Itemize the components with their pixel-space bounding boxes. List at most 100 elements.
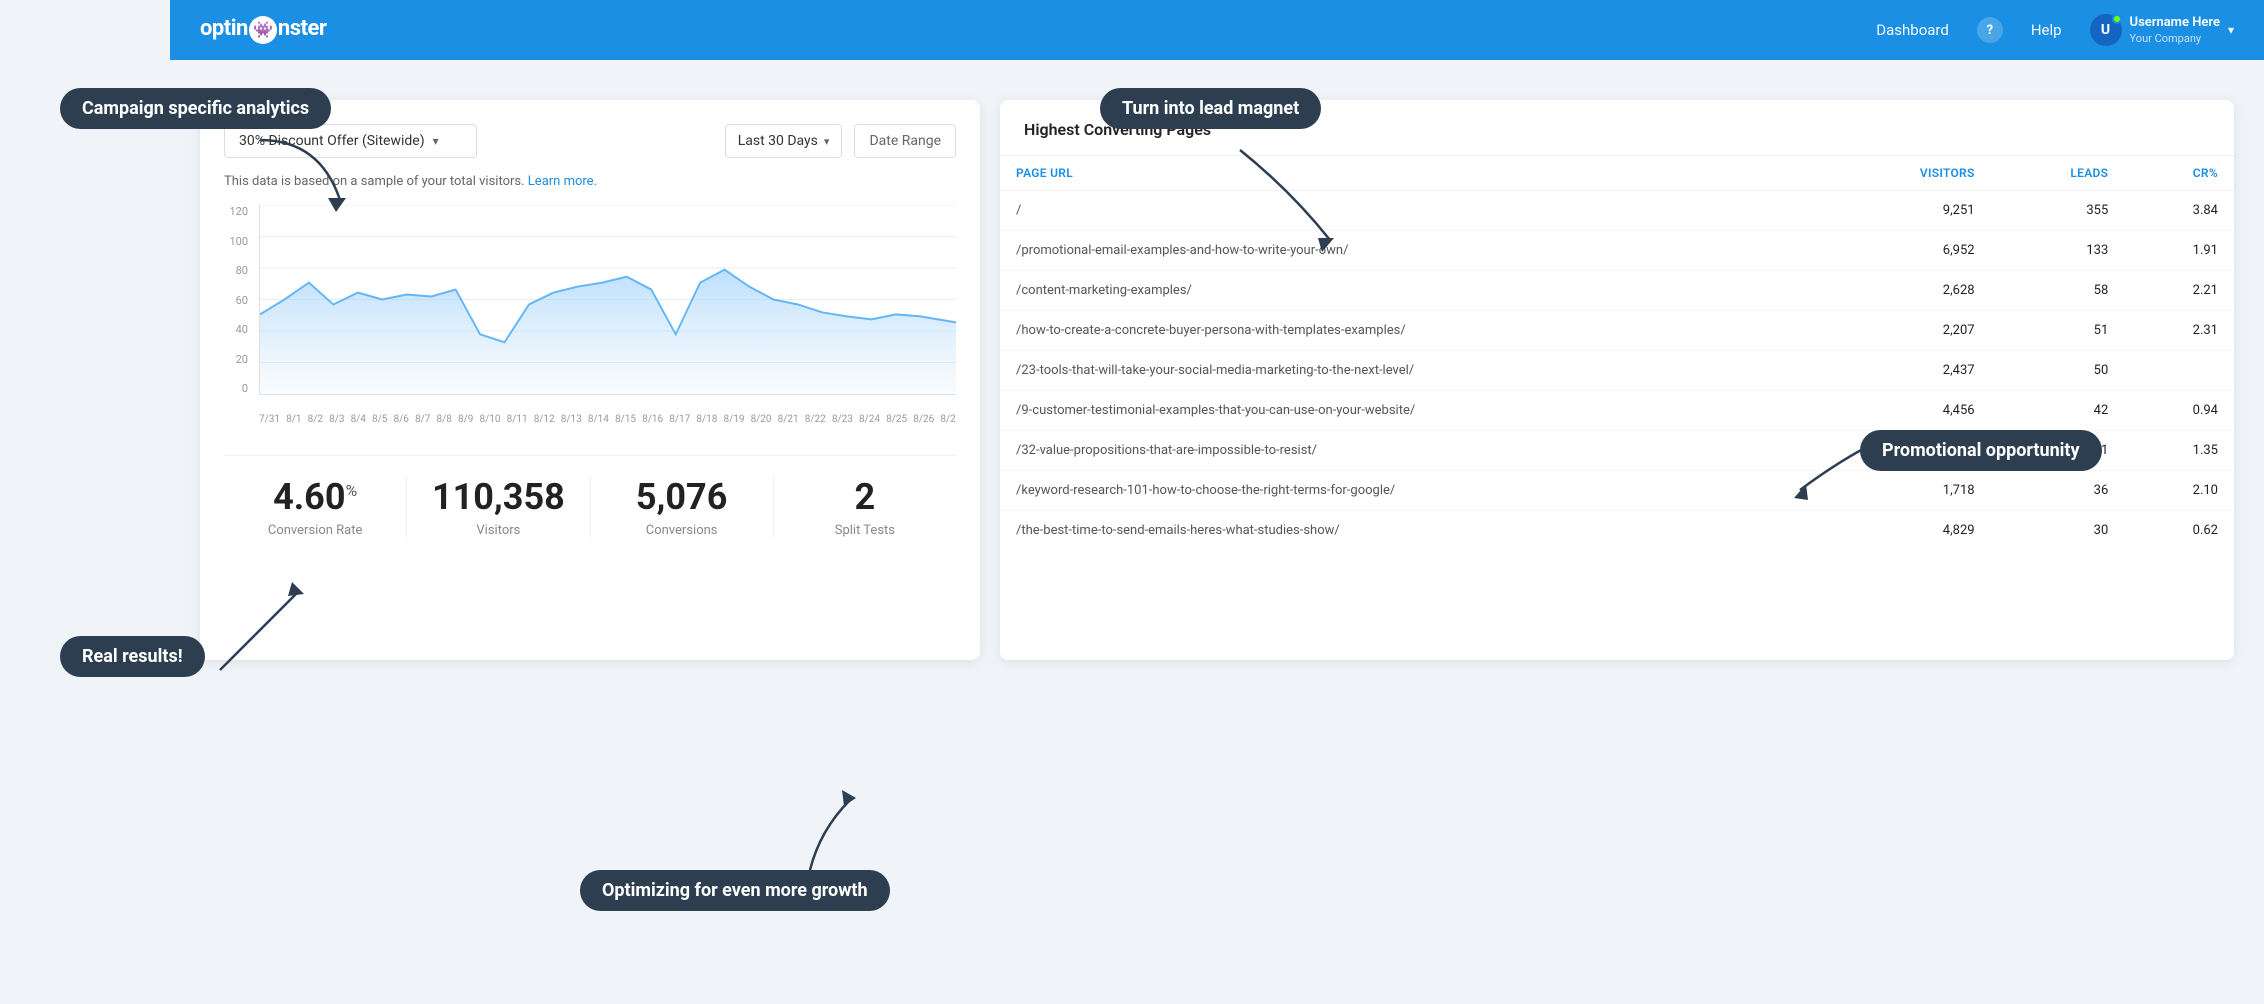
- callout-campaign: Campaign specific analytics: [60, 88, 331, 129]
- stat-conversions: 5,076 Conversions: [591, 476, 774, 538]
- table-cell-url: /keyword-research-101-how-to-choose-the-…: [1000, 471, 1825, 511]
- nav-username: Username Here: [2130, 15, 2220, 32]
- y-label: 0: [242, 382, 248, 395]
- date-range-button[interactable]: Date Range: [854, 124, 956, 158]
- callout-real-results: Real results!: [60, 636, 205, 677]
- table-cell-cr: 2.21: [2124, 271, 2234, 311]
- y-label: 120: [229, 205, 248, 218]
- table-row: /the-best-time-to-send-emails-heres-what…: [1000, 511, 2234, 551]
- table-cell-leads: 50: [1991, 351, 2125, 391]
- stat-label: Conversions: [611, 523, 753, 538]
- table-row: /promotional-email-examples-and-how-to-w…: [1000, 231, 2234, 271]
- table-cell-cr: 2.31: [2124, 311, 2234, 351]
- table-header-row: Page URL Visitors Leads CR%: [1000, 156, 2234, 191]
- table-cell-visitors: 2,437: [1825, 351, 1991, 391]
- table-cell-url: /promotional-email-examples-and-how-to-w…: [1000, 231, 1825, 271]
- table-cell-leads: 30: [1991, 511, 2125, 551]
- stats-row: 4.60% Conversion Rate 110,358 Visitors 5…: [224, 455, 956, 538]
- analytics-panel: 30% Discount Offer (Sitewide) ▾ Last 30 …: [200, 100, 980, 660]
- table-cell-visitors: 2,207: [1825, 311, 1991, 351]
- help-icon[interactable]: ?: [1977, 17, 2003, 43]
- table-cell-cr: 0.62: [2124, 511, 2234, 551]
- stat-value: 2: [794, 476, 936, 519]
- table-cell-leads: 36: [1991, 471, 2125, 511]
- table-cell-visitors: 9,251: [1825, 191, 1991, 231]
- stat-label: Conversion Rate: [244, 523, 386, 538]
- campaign-select[interactable]: 30% Discount Offer (Sitewide) ▾: [224, 124, 477, 158]
- col-leads: Leads: [1991, 156, 2125, 191]
- avatar: U: [2090, 14, 2122, 46]
- y-label: 80: [236, 264, 248, 277]
- table-row: /keyword-research-101-how-to-choose-the-…: [1000, 471, 2234, 511]
- logo-text: optin👾nster: [200, 16, 326, 44]
- stat-label: Visitors: [427, 523, 569, 538]
- arrow-optimize: [760, 780, 860, 880]
- y-label: 100: [229, 235, 248, 248]
- data-note: This data is based on a sample of your t…: [224, 174, 956, 189]
- nav-company: Your Company: [2130, 32, 2220, 45]
- date-filter[interactable]: Last 30 Days ▾: [725, 124, 843, 158]
- stat-label: Split Tests: [794, 523, 936, 538]
- table-cell-cr: 0.94: [2124, 391, 2234, 431]
- table-cell-url: /23-tools-that-will-take-your-social-med…: [1000, 351, 1825, 391]
- table-cell-cr: [2124, 351, 2234, 391]
- callout-promo: Promotional opportunity: [1860, 430, 2102, 471]
- chart-y-labels: 120 100 80 60 40 20 0: [224, 205, 254, 395]
- table-cell-visitors: 1,718: [1825, 471, 1991, 511]
- callout-optimize: Optimizing for even more growth: [580, 870, 890, 911]
- table-cell-url: /32-value-propositions-that-are-impossib…: [1000, 431, 1825, 471]
- main-content: 30% Discount Offer (Sitewide) ▾ Last 30 …: [170, 70, 2264, 690]
- chart-svg: [260, 205, 956, 394]
- chevron-down-icon: ▾: [433, 134, 439, 148]
- navbar: optin👾nster Dashboard ? Help U Username …: [170, 0, 2264, 60]
- help-link[interactable]: Help: [2031, 21, 2062, 39]
- stat-visitors: 110,358 Visitors: [407, 476, 590, 538]
- table-cell-url: /: [1000, 191, 1825, 231]
- chart-x-labels: 7/31 8/1 8/2 8/3 8/4 8/5 8/6 8/7 8/8 8/9…: [259, 414, 956, 425]
- nav-logo: optin👾nster: [200, 16, 326, 44]
- table-cell-leads: 58: [1991, 271, 2125, 311]
- data-table: Page URL Visitors Leads CR% / 9,251 355 …: [1000, 156, 2234, 550]
- table-cell-url: /content-marketing-examples/: [1000, 271, 1825, 311]
- user-info: Username Here Your Company: [2130, 15, 2220, 45]
- stat-value: 110,358: [427, 476, 569, 519]
- chart-area: [259, 205, 956, 395]
- stat-value: 4.60%: [244, 476, 386, 519]
- learn-more-link[interactable]: Learn more.: [528, 174, 597, 189]
- table-cell-cr: 1.35: [2124, 431, 2234, 471]
- stat-value: 5,076: [611, 476, 753, 519]
- date-filter-label: Last 30 Days: [738, 133, 818, 149]
- table-cell-cr: 3.84: [2124, 191, 2234, 231]
- dashboard-link[interactable]: Dashboard: [1876, 21, 1949, 39]
- table-row: / 9,251 355 3.84: [1000, 191, 2234, 231]
- table-cell-visitors: 4,456: [1825, 391, 1991, 431]
- user-menu[interactable]: U Username Here Your Company ▾: [2090, 14, 2234, 46]
- callout-lead-magnet: Turn into lead magnet: [1100, 88, 1321, 129]
- campaign-select-label: 30% Discount Offer (Sitewide): [239, 133, 425, 149]
- stat-sup: %: [345, 481, 357, 500]
- y-label: 20: [236, 353, 248, 366]
- table-panel: Highest Converting Pages Page URL Visito…: [1000, 100, 2234, 660]
- filter-bar: 30% Discount Offer (Sitewide) ▾ Last 30 …: [224, 124, 956, 158]
- table-row: /23-tools-that-will-take-your-social-med…: [1000, 351, 2234, 391]
- table-row: /content-marketing-examples/ 2,628 58 2.…: [1000, 271, 2234, 311]
- table-cell-cr: 1.91: [2124, 231, 2234, 271]
- chevron-down-icon: ▾: [2228, 23, 2234, 37]
- col-cr: CR%: [2124, 156, 2234, 191]
- table-cell-leads: 51: [1991, 311, 2125, 351]
- stat-conversion-rate: 4.60% Conversion Rate: [224, 476, 407, 538]
- table-cell-leads: 355: [1991, 191, 2125, 231]
- online-indicator: [2112, 14, 2122, 24]
- table-cell-visitors: 2,628: [1825, 271, 1991, 311]
- y-label: 40: [236, 323, 248, 336]
- y-label: 60: [236, 294, 248, 307]
- logo-monster-icon: 👾: [249, 16, 277, 44]
- chart-container: 120 100 80 60 40 20 0: [224, 205, 956, 425]
- col-visitors: Visitors: [1825, 156, 1991, 191]
- table-cell-visitors: 6,952: [1825, 231, 1991, 271]
- table-row: /how-to-create-a-concrete-buyer-persona-…: [1000, 311, 2234, 351]
- table-row: /9-customer-testimonial-examples-that-yo…: [1000, 391, 2234, 431]
- table-cell-url: /9-customer-testimonial-examples-that-yo…: [1000, 391, 1825, 431]
- table-cell-url: /the-best-time-to-send-emails-heres-what…: [1000, 511, 1825, 551]
- table-cell-leads: 133: [1991, 231, 2125, 271]
